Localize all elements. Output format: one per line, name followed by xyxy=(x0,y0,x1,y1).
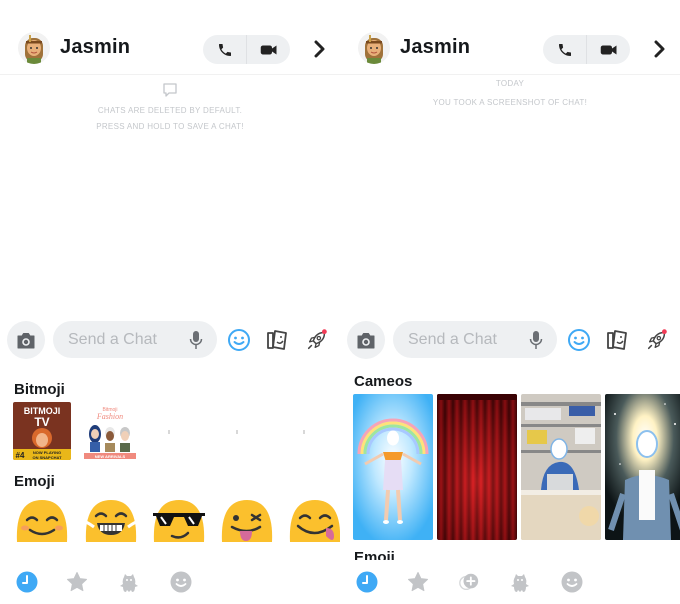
header-divider xyxy=(340,74,680,75)
sticker-button[interactable] xyxy=(227,328,251,352)
games-button[interactable] xyxy=(645,328,669,352)
date-label: TODAY xyxy=(495,79,525,88)
bitmoji-ghost-icon xyxy=(511,574,529,592)
contact-name[interactable]: Jasmin xyxy=(60,36,130,59)
chevron-right-icon xyxy=(314,40,325,58)
svg-text:ON SNAPCHAT: ON SNAPCHAT xyxy=(32,455,62,460)
rocket-icon xyxy=(307,329,327,350)
video-call-button[interactable] xyxy=(586,35,630,64)
bitmoji-section-title: Bitmoji xyxy=(14,381,65,398)
cards-icon xyxy=(607,330,627,350)
bitmoji-fashion-sticker[interactable]: Bitmoji Fashion NEW ARRIVALS xyxy=(81,402,139,460)
svg-text:NEW ARRIVALS: NEW ARRIVALS xyxy=(95,454,126,459)
svg-text:TV: TV xyxy=(34,415,49,429)
camera-icon xyxy=(357,332,375,348)
games-button[interactable] xyxy=(305,328,329,352)
microphone-button[interactable] xyxy=(189,330,203,355)
microphone-icon xyxy=(529,331,543,349)
chat-header: Jasmin xyxy=(340,26,680,74)
phone-icon xyxy=(218,43,231,56)
voice-call-button[interactable] xyxy=(543,35,586,64)
cameo-office-desk[interactable] xyxy=(521,394,601,540)
video-call-button[interactable] xyxy=(246,35,290,64)
bitmoji-avatar-icon xyxy=(365,35,383,64)
rocket-icon xyxy=(647,329,667,350)
smiley-icon xyxy=(561,571,583,593)
notification-dot xyxy=(661,329,667,335)
tab-favorites[interactable] xyxy=(66,571,88,593)
screenshot-notice: YOU TOOK A SCREENSHOT OF CHAT! xyxy=(432,98,588,107)
chat-screen-left: Jasmin CHATS ARE DELETED BY DEFAULT. PRE… xyxy=(0,0,340,604)
video-camera-icon xyxy=(600,45,616,54)
call-buttons xyxy=(543,35,630,64)
chat-input-bar xyxy=(340,320,680,360)
info-text-line1: CHATS ARE DELETED BY DEFAULT. xyxy=(97,106,243,115)
smiley-icon xyxy=(228,329,250,351)
info-text-line2: PRESS AND HOLD TO SAVE A CHAT! xyxy=(96,122,244,131)
svg-text:#4: #4 xyxy=(16,451,25,460)
star-icon xyxy=(67,572,87,592)
contact-name[interactable]: Jasmin xyxy=(400,36,470,59)
chat-bubble-icon xyxy=(162,82,178,103)
memories-button[interactable] xyxy=(606,328,630,352)
more-button[interactable] xyxy=(312,39,328,59)
emoji-smiling-eyes[interactable] xyxy=(15,498,69,546)
cameo-rainbow-dancer[interactable] xyxy=(353,394,433,540)
chat-screen-right: Jasmin TODAY YOU TOOK A SCREENSHOT OF CH… xyxy=(340,0,680,604)
video-camera-icon xyxy=(260,45,276,54)
voice-call-button[interactable] xyxy=(203,35,246,64)
sticker-button[interactable] xyxy=(567,328,591,352)
cameos-section-title: Cameos xyxy=(354,373,413,390)
cameo-face-plus-icon xyxy=(459,573,479,591)
chat-input-bar xyxy=(0,320,340,360)
cards-icon xyxy=(267,330,287,350)
emoji-savoring-food[interactable] xyxy=(288,498,340,546)
loading-sticker-placeholder xyxy=(168,430,170,434)
tab-bitmoji[interactable] xyxy=(509,571,531,593)
loading-sticker-placeholder xyxy=(303,430,305,434)
microphone-button[interactable] xyxy=(529,330,543,355)
notification-dot xyxy=(321,329,327,335)
clock-icon xyxy=(356,571,378,593)
tab-bitmoji[interactable] xyxy=(118,571,140,593)
contact-avatar[interactable] xyxy=(18,32,50,64)
memories-button[interactable] xyxy=(266,328,290,352)
contact-avatar[interactable] xyxy=(358,32,390,64)
chevron-right-icon xyxy=(654,40,665,58)
smiley-icon xyxy=(568,329,590,351)
phone-icon xyxy=(558,43,571,56)
camera-button[interactable] xyxy=(347,321,385,359)
star-icon xyxy=(408,572,428,592)
call-buttons xyxy=(203,35,290,64)
smiley-icon xyxy=(170,571,192,593)
tab-emoji[interactable] xyxy=(561,571,583,593)
tab-emoji[interactable] xyxy=(170,571,192,593)
svg-text:Fashion: Fashion xyxy=(96,412,123,421)
emoji-section-title: Emoji xyxy=(14,473,55,490)
emoji-sunglasses[interactable] xyxy=(152,498,206,546)
bitmoji-avatar-icon xyxy=(25,35,43,64)
emoji-section-title-partial: Emoji xyxy=(354,549,395,560)
tab-cameos[interactable] xyxy=(458,571,480,593)
tab-favorites[interactable] xyxy=(407,571,429,593)
bitmoji-ghost-icon xyxy=(120,574,138,592)
loading-sticker-placeholder xyxy=(236,430,238,434)
more-button[interactable] xyxy=(652,39,668,59)
emoji-grinning-tears[interactable] xyxy=(84,498,138,546)
cameo-galaxy-burst[interactable] xyxy=(605,394,680,540)
tab-recent[interactable] xyxy=(16,571,38,593)
cameo-red-curtain[interactable] xyxy=(437,394,517,540)
tab-recent[interactable] xyxy=(356,571,378,593)
bitmoji-tv-sticker[interactable]: BITMOJI TV #4 NOW PLAYING ON SNAPCHAT xyxy=(13,402,71,460)
camera-icon xyxy=(17,332,35,348)
microphone-icon xyxy=(189,331,203,349)
camera-button[interactable] xyxy=(7,321,45,359)
clock-icon xyxy=(16,571,38,593)
emoji-winking-tongue[interactable] xyxy=(220,498,274,546)
chat-header: Jasmin xyxy=(0,26,340,74)
header-divider xyxy=(0,74,340,75)
